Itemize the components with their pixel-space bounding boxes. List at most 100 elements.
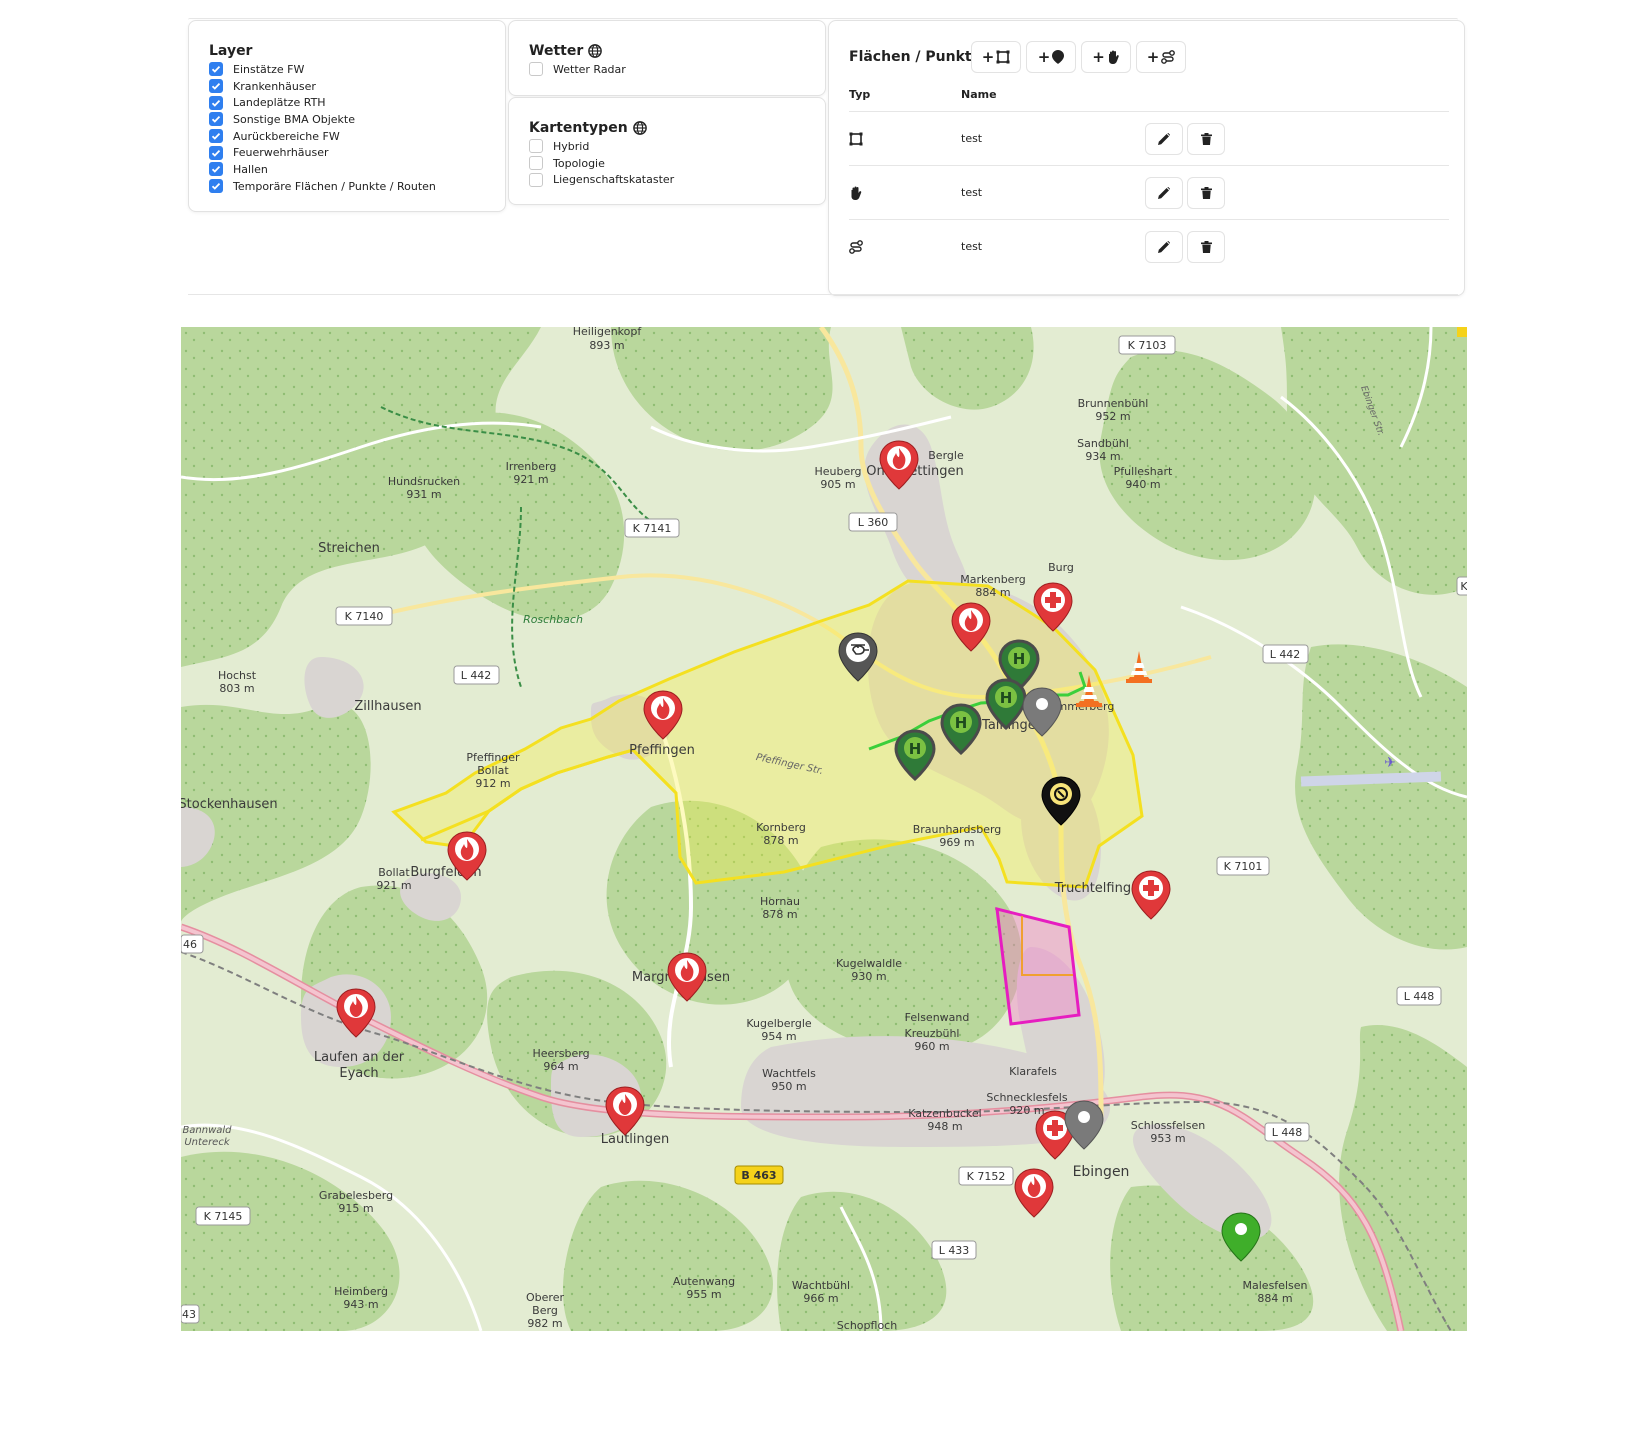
maptype-label: Topologie xyxy=(553,156,605,170)
delete-button[interactable] xyxy=(1187,231,1225,263)
row-name: test xyxy=(961,240,983,253)
label-wachtfels-h: 950 m xyxy=(771,1080,806,1093)
maptype-checkbox[interactable] xyxy=(529,156,543,171)
globe-icon xyxy=(588,44,603,58)
table-row: test xyxy=(849,219,1449,273)
add-polygon-button[interactable]: + xyxy=(971,41,1021,73)
badge-l442a: L 442 xyxy=(461,669,492,682)
layer-checkbox[interactable] xyxy=(209,79,223,94)
layer-item[interactable]: Temporäre Flächen / Punkte / Routen xyxy=(209,178,485,195)
maptype-item[interactable]: Hybrid xyxy=(529,138,805,155)
bottom-divider xyxy=(188,294,1458,295)
label-pfeffinger: Pfeffinger xyxy=(466,751,520,764)
layer-label: Temporäre Flächen / Punkte / Routen xyxy=(233,179,436,193)
label-lautlingen: Lautlingen xyxy=(601,1132,670,1147)
label-hornau-h: 878 m xyxy=(762,908,797,921)
label-katzenbuckel-h: 948 m xyxy=(927,1120,962,1133)
layer-item[interactable]: Feuerwehrhäuser xyxy=(209,144,485,161)
label-schopfloch: Schopfloch xyxy=(837,1319,897,1331)
edit-button[interactable] xyxy=(1145,177,1183,209)
pencil-icon xyxy=(1158,187,1170,199)
layer-checkbox[interactable] xyxy=(209,62,223,77)
maptype-label: Hybrid xyxy=(553,139,590,153)
map-view[interactable]: H xyxy=(181,327,1467,1331)
weather-checkbox[interactable] xyxy=(529,62,543,77)
weather-label: Wetter Radar xyxy=(553,62,626,76)
trash-icon xyxy=(1200,133,1212,145)
label-kugelbergle-h: 954 m xyxy=(761,1030,796,1043)
label-eyach: Eyach xyxy=(339,1066,378,1081)
label-kugelwaldle-h: 930 m xyxy=(851,970,886,983)
add-route-plus: + xyxy=(1146,48,1160,66)
layer-item[interactable]: Hallen xyxy=(209,161,485,178)
checkmark-icon xyxy=(211,183,221,190)
label-katzenbuckel: Katzenbuckel xyxy=(908,1107,981,1120)
features-title: Flächen / Punkte xyxy=(849,49,982,65)
label-streichen: Streichen xyxy=(318,541,380,556)
label-irrenberg: Irrenberg xyxy=(506,460,557,473)
label-burg: Burg xyxy=(1048,561,1074,574)
label-hundsrucken-h: 931 m xyxy=(406,488,441,501)
maptype-checkbox[interactable] xyxy=(529,139,543,154)
label-bollat2: Bollat xyxy=(378,866,410,879)
hand-icon xyxy=(851,186,862,200)
map-canvas[interactable]: H xyxy=(181,327,1467,1331)
maptype-item[interactable]: Topologie xyxy=(529,155,805,172)
layer-label: Sonstige BMA Objekte xyxy=(233,112,356,126)
badge-k7141: K 7141 xyxy=(633,522,672,535)
add-point-button[interactable]: + xyxy=(1026,41,1076,73)
label-berg: Berg xyxy=(532,1304,558,1317)
layer-item[interactable]: Landeplätze RTH xyxy=(209,94,485,111)
badge-k7103: K 7103 xyxy=(1128,339,1167,352)
add-route-button[interactable]: + xyxy=(1136,41,1186,73)
delete-button[interactable] xyxy=(1187,123,1225,155)
layer-checkbox[interactable] xyxy=(209,162,223,177)
layer-item[interactable]: Einstätze FW xyxy=(209,61,485,78)
layer-checkbox[interactable] xyxy=(209,145,223,160)
label-wachtbuhl-h: 966 m xyxy=(803,1292,838,1305)
label-schlossfelsen: Schlossfelsen xyxy=(1131,1119,1205,1132)
layer-label: Landeplätze RTH xyxy=(233,96,326,110)
label-schnecklesfels: Schnecklesfels xyxy=(986,1091,1067,1104)
label-sandbuhl: Sandbühl xyxy=(1077,437,1129,450)
layer-title: Layer xyxy=(209,43,253,59)
weather-item[interactable]: Wetter Radar xyxy=(529,61,805,78)
checkmark-icon xyxy=(211,116,221,124)
row-actions xyxy=(1145,231,1225,263)
label-markenberg-h: 884 m xyxy=(975,586,1010,599)
badge-l448b: L 448 xyxy=(1272,1126,1303,1139)
label-oberer: Oberer xyxy=(526,1291,564,1304)
hand-icon xyxy=(1108,50,1119,64)
badge-k7101: K 7101 xyxy=(1224,860,1263,873)
label-felsenwand: Felsenwand xyxy=(905,1011,970,1024)
location-pin-icon xyxy=(1052,50,1065,64)
delete-button[interactable] xyxy=(1187,177,1225,209)
maptype-item[interactable]: Liegenschaftskataster xyxy=(529,171,805,188)
layer-item[interactable]: Krankenhäuser xyxy=(209,78,485,95)
row-name: test xyxy=(961,186,983,199)
layer-checkbox[interactable] xyxy=(209,112,223,127)
label-malesfelsen-h: 884 m xyxy=(1257,1292,1292,1305)
route-icon xyxy=(849,240,863,254)
edit-button[interactable] xyxy=(1145,231,1183,263)
add-hand-button[interactable]: + xyxy=(1081,41,1131,73)
label-kugelwaldle: Kugelwaldle xyxy=(836,957,902,970)
layer-checkbox[interactable] xyxy=(209,179,223,194)
edit-button[interactable] xyxy=(1145,123,1183,155)
map-edge-badge xyxy=(1457,327,1467,337)
maptype-checkbox[interactable] xyxy=(529,172,543,187)
layer-checkbox[interactable] xyxy=(209,129,223,144)
label-hochst: Hochst xyxy=(218,669,257,682)
layer-item[interactable]: Sonstige BMA Objekte xyxy=(209,111,485,128)
layer-checkbox[interactable] xyxy=(209,95,223,110)
label-ebingen: Ebingen xyxy=(1073,1164,1130,1180)
label-bollat-h: 912 m xyxy=(475,777,510,790)
layer-item[interactable]: Aurückbereiche FW xyxy=(209,128,485,145)
row-name: test xyxy=(961,132,983,145)
label-pfulleshart-h: 940 m xyxy=(1125,478,1160,491)
label-stockenhausen: Stockenhausen xyxy=(181,797,278,812)
label-pfulleshart: Pfulleshart xyxy=(1114,465,1173,478)
label-pfeffingen: Pfeffingen xyxy=(629,743,695,758)
trash-icon xyxy=(1200,187,1212,199)
label-kornberg-h: 878 m xyxy=(763,834,798,847)
